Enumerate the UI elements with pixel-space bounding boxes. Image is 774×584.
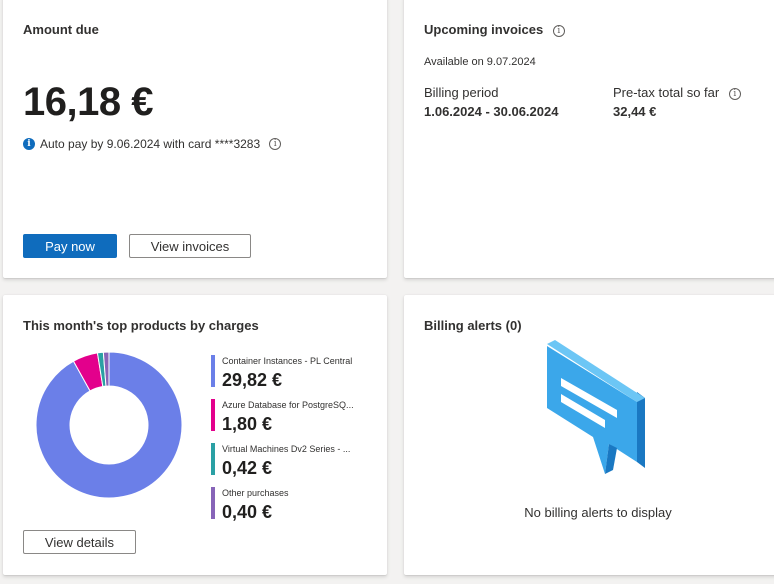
legend-item[interactable]: Container Instances - PL Central 29,82 € (211, 355, 371, 397)
legend-product-value: 0,40 € (222, 502, 273, 522)
view-details-button[interactable]: View details (23, 530, 136, 554)
autopay-text: Auto pay by 9.06.2024 with card ****3283 (40, 137, 261, 151)
billing-alerts-title: Billing alerts (0) (424, 318, 522, 333)
no-alerts-text: No billing alerts to display (524, 505, 672, 520)
legend-item[interactable]: Azure Database for PostgreSQ... 1,80 € (211, 399, 371, 441)
legend-item[interactable]: Virtual Machines Dv2 Series - ... 0,42 € (211, 443, 371, 485)
amount-due-value: 16,18 € (23, 80, 153, 124)
billing-period-value: 1.06.2024 - 30.06.2024 (424, 104, 559, 119)
top-products-title: This month's top products by charges (23, 318, 259, 333)
legend-product-name: Container Instances - PL Central (222, 356, 353, 366)
legend-product-name: Virtual Machines Dv2 Series - ... (222, 444, 351, 454)
pay-now-button[interactable]: Pay now (23, 234, 117, 258)
view-invoices-button[interactable]: View invoices (129, 234, 251, 258)
legend-color-swatch (211, 399, 215, 431)
legend-product-value: 1,80 € (222, 414, 273, 434)
upcoming-invoices-title-text: Upcoming invoices (424, 22, 544, 37)
legend-color-swatch (211, 487, 215, 519)
charges-donut-chart (35, 351, 183, 499)
pretax-label: Pre-tax total so far i (613, 85, 741, 100)
upcoming-invoices-title: Upcoming invoices i (424, 22, 565, 37)
top-products-card: This month's top products by charges Con… (3, 295, 387, 575)
pretax-label-text: Pre-tax total so far (613, 85, 720, 100)
legend-color-swatch (211, 355, 215, 387)
legend-color-swatch (211, 443, 215, 475)
legend-item[interactable]: Other purchases 0,40 € (211, 487, 371, 529)
autopay-info: i Auto pay by 9.06.2024 with card ****32… (23, 137, 282, 151)
info-icon[interactable]: i (552, 24, 565, 37)
info-icon[interactable]: i (269, 138, 282, 150)
amount-due-card: Amount due 16,18 € i Auto pay by 9.06.20… (3, 0, 387, 278)
legend-product-value: 29,82 € (222, 370, 283, 390)
legend-product-name: Other purchases (222, 488, 289, 498)
billing-period-label: Billing period (424, 85, 499, 100)
upcoming-invoices-card: Upcoming invoices i Available on 9.07.20… (404, 0, 774, 278)
info-filled-icon: i (23, 138, 35, 150)
legend-product-name: Azure Database for PostgreSQ... (222, 400, 354, 410)
amount-due-title: Amount due (23, 22, 99, 37)
billing-alerts-card: Billing alerts (0) No billing alerts to … (404, 295, 774, 575)
legend-product-value: 0,42 € (222, 458, 273, 478)
chat-bubble-illustration (547, 340, 645, 474)
info-icon[interactable]: i (728, 87, 741, 100)
pretax-value: 32,44 € (613, 104, 657, 119)
available-date: Available on 9.07.2024 (424, 56, 536, 68)
